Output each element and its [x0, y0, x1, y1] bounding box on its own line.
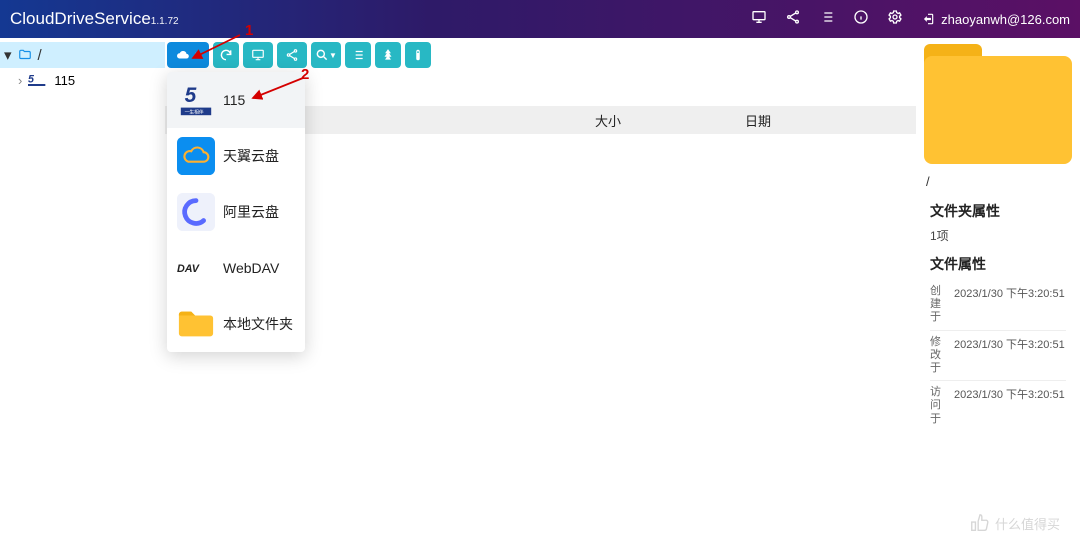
- dropdown-item-label: 115: [223, 92, 245, 108]
- tree-root[interactable]: ▾ /: [0, 42, 165, 68]
- aliyun-icon: [177, 193, 215, 231]
- item-count: 1项: [930, 227, 1066, 244]
- list-icon: [351, 48, 365, 62]
- path-display: /: [916, 170, 1080, 193]
- folder-big-icon: [924, 44, 1072, 164]
- dropdown-item-label: 阿里云盘: [223, 202, 279, 222]
- info-icon: [411, 48, 425, 62]
- mount-button[interactable]: [243, 42, 273, 68]
- dropdown-item-tianyi[interactable]: 天翼云盘: [167, 128, 305, 184]
- folder-icon: [16, 48, 34, 62]
- about-button[interactable]: [405, 42, 431, 68]
- watermark: 什么值得买: [969, 512, 1060, 534]
- app-header: CloudDriveService1.1.72 zhaoyanwh@126.co…: [0, 0, 1080, 38]
- monitor-icon: [251, 48, 265, 62]
- svg-text:DAV: DAV: [177, 263, 200, 275]
- folder-props-title: 文件夹属性: [930, 201, 1066, 221]
- share-icon: [285, 48, 299, 62]
- sidebar-tree: ▾ / › 5 115: [0, 38, 165, 546]
- list-icon[interactable]: [819, 9, 835, 30]
- dropdown-item-label: 天翼云盘: [223, 146, 279, 166]
- prop-accessed: 访问于2023/1/30 下午3:20:51: [930, 381, 1066, 431]
- cloud-dropdown: 5一生相伴 115 天翼云盘 阿里云盘 DAV WebDAV 本地文件夹: [167, 72, 305, 352]
- svg-text:5: 5: [185, 84, 197, 107]
- cloud-icon: [174, 48, 192, 62]
- thumbs-up-icon: [969, 512, 991, 534]
- add-cloud-button[interactable]: ▼: [167, 42, 209, 68]
- properties-panel: / 文件夹属性 1项 文件属性 创建于2023/1/30 下午3:20:51 修…: [916, 38, 1080, 546]
- share-icon[interactable]: [785, 9, 801, 30]
- dropdown-item-label: 本地文件夹: [223, 314, 293, 334]
- caret-down-icon: ▼: [194, 50, 203, 60]
- svg-text:5: 5: [28, 74, 35, 86]
- tree-root-label: /: [38, 47, 42, 64]
- dropdown-item-local[interactable]: 本地文件夹: [167, 296, 305, 352]
- dropdown-item-aliyun[interactable]: 阿里云盘: [167, 184, 305, 240]
- chevron-right-icon: ›: [18, 73, 22, 88]
- tree-item-label: 115: [54, 73, 75, 88]
- tianyi-icon: [177, 137, 215, 175]
- dropdown-item-115[interactable]: 5一生相伴 115: [167, 72, 305, 128]
- prop-created: 创建于2023/1/30 下午3:20:51: [930, 280, 1066, 331]
- file-props-title: 文件属性: [930, 254, 1066, 274]
- webdav-icon: DAV: [177, 249, 215, 287]
- watermark-text: 什么值得买: [995, 514, 1060, 533]
- monitor-icon[interactable]: [751, 9, 767, 30]
- refresh-button[interactable]: [213, 42, 239, 68]
- caret-down-icon: ▼: [329, 51, 337, 60]
- info-icon[interactable]: [853, 9, 869, 30]
- chevron-down-icon: ▾: [4, 46, 12, 64]
- refresh-icon: [219, 48, 233, 62]
- search-button[interactable]: ▼: [311, 42, 341, 68]
- 115-icon: 5: [28, 72, 48, 88]
- header-icons: zhaoyanwh@126.com: [751, 9, 1070, 30]
- tasks-button[interactable]: [345, 42, 371, 68]
- folder-preview: [916, 38, 1080, 170]
- 115-icon: 5一生相伴: [177, 81, 215, 119]
- folder-icon: [177, 305, 215, 343]
- dropdown-item-webdav[interactable]: DAV WebDAV: [167, 240, 305, 296]
- gear-icon[interactable]: [887, 9, 903, 30]
- search-icon: [315, 48, 329, 62]
- dropdown-item-label: WebDAV: [223, 260, 279, 276]
- app-version: 1.1.72: [151, 16, 179, 27]
- notify-button[interactable]: [375, 42, 401, 68]
- toolbar: ▼ ▼: [165, 38, 916, 72]
- share-button[interactable]: [277, 42, 307, 68]
- tree-icon: [381, 48, 395, 62]
- app-title-text: CloudDriveService: [10, 9, 151, 28]
- user-account[interactable]: zhaoyanwh@126.com: [921, 12, 1070, 27]
- col-date[interactable]: 日期: [745, 111, 895, 130]
- main-area: ▼ ▼ 5一生相伴 115 天翼云盘 阿里云盘 DAV: [165, 38, 916, 546]
- prop-modified: 修改于2023/1/30 下午3:20:51: [930, 331, 1066, 382]
- app-title: CloudDriveService1.1.72: [10, 9, 179, 29]
- logout-icon: [921, 12, 935, 26]
- tree-item-115[interactable]: › 5 115: [0, 68, 165, 92]
- user-email: zhaoyanwh@126.com: [941, 12, 1070, 27]
- col-size[interactable]: 大小: [595, 111, 745, 130]
